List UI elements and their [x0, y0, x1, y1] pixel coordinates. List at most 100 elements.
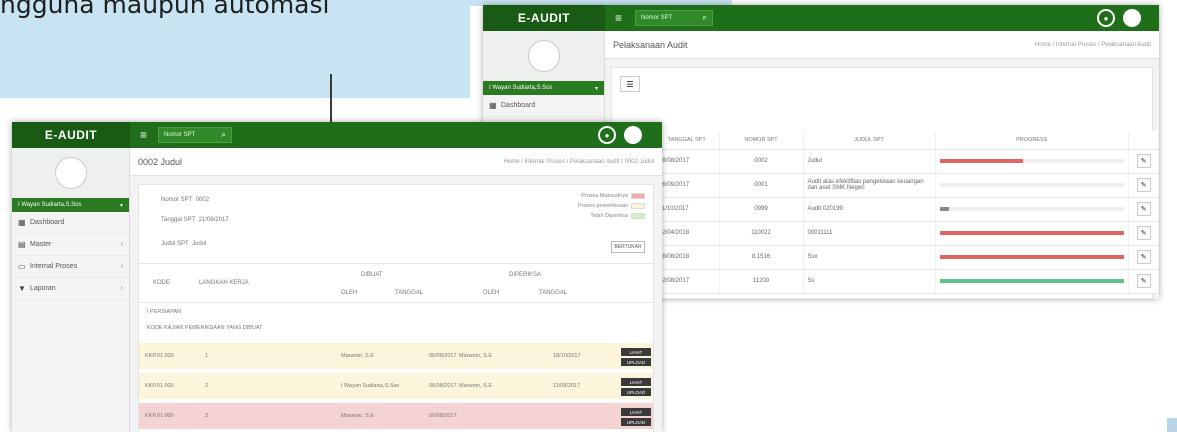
list-item[interactable]: KKP.01.000 1 Marwoto, S.E 06/08/2017 Marwoto… [139, 343, 653, 369]
col-judul-spt[interactable]: JUDUL SPT [803, 131, 936, 150]
view-button[interactable]: LIHAT [621, 408, 651, 416]
table-row[interactable]: 06/09/2017 0001 Audit atas efektifitas pen… [655, 173, 1159, 198]
sidebar-item-internal-proses[interactable]: ▭ Internal Proses ‹ [12, 256, 129, 278]
search-input[interactable]: Nomor SPT ⌕ [635, 10, 713, 26]
status-button[interactable]: BERTUKAR [611, 241, 645, 253]
field-judul-spt: Judul SPT Judul [161, 241, 207, 247]
hamburger-menu-icon[interactable]: ≡ [140, 128, 147, 142]
header-dibuat-oleh: OLEH [341, 290, 358, 296]
cell-tanggal: 12/04/2018 [655, 221, 720, 246]
row-dibuat-tanggal: 06/08/2017 [429, 383, 457, 389]
cell-tanggal: 11/10/2017 [655, 197, 720, 222]
edit-button[interactable]: ✎ [1136, 226, 1151, 240]
table-row[interactable]: 18/08/2017 0002 Judul ✎ [655, 149, 1159, 174]
row-periksa-oleh: Marwoto, S.E [459, 383, 493, 389]
progress-bar [939, 255, 1124, 259]
sidebar-item-laporan[interactable]: ▼ Laporan ‹ [12, 278, 129, 300]
cell-progress [935, 245, 1129, 270]
row-periksa-tanggal: 18/10/2017 [553, 353, 581, 359]
cell-action: ✎ [1128, 149, 1159, 174]
edit-button[interactable]: ✎ [1136, 274, 1151, 288]
table-row[interactable]: 22/08/2017 11200 Ss ✎ [655, 269, 1159, 294]
window-detail-audit: E-AUDIT ≡ Nomor SPT ⌕ ● I Wayan Sudiarta… [12, 122, 662, 432]
view-button[interactable]: LIHAT [621, 348, 651, 356]
row-dibuat-oleh: I Wayan Sudiarta,S.Sos [341, 383, 400, 389]
upload-button[interactable]: UPLOAD [621, 388, 651, 396]
pencil-icon: ✎ [1140, 230, 1147, 237]
row-step: 1 [205, 353, 209, 359]
edit-button[interactable]: ✎ [1136, 178, 1151, 192]
table-row[interactable]: 11/10/2017 0999 Audit 020199 ✎ [655, 197, 1159, 222]
connector-line [330, 74, 332, 122]
sidebar-item-dashboard[interactable]: ▦ Dashboard [12, 212, 129, 234]
row-kode: KKP.01.000 [145, 383, 174, 389]
section-persiapan: I PERSIAPAN [147, 309, 182, 315]
header-periksa-oleh: OLEH [483, 290, 500, 296]
sidebar-item-dashboard[interactable]: ▦ Dashboard [483, 95, 604, 117]
header-dibuat-tanggal: TANGGAL [395, 290, 424, 296]
cell-progress [935, 269, 1129, 294]
progress-bar [939, 279, 1124, 283]
cell-judul: Audit atas efektifitas pengelolaan keuan… [803, 173, 936, 198]
cell-nomor: 11200 [719, 269, 804, 294]
sidebar: I Wayan Sudiarta,S.Sos ▾ ▦ Dashboard ▤ Mast… [12, 148, 130, 432]
cell-tanggal: 06/09/2017 [655, 173, 720, 198]
col-nomor-spt[interactable]: NOMOR SPT [719, 131, 804, 150]
cell-judul: Judul [803, 149, 936, 174]
upload-button[interactable]: UPLOAD [621, 418, 651, 426]
cell-action: ✎ [1128, 245, 1159, 270]
table-row[interactable]: 16/08/2018 8.1516 Ssx ✎ [655, 245, 1159, 270]
notification-icon[interactable]: ● [598, 126, 616, 144]
pencil-icon: ✎ [1140, 182, 1147, 189]
breadcrumb[interactable]: Home / Internal Proses / Pelaksanaan Aud… [1035, 42, 1151, 48]
progress-bar [939, 183, 1124, 187]
list-item[interactable]: KKP.01.000 3 Marwoto, S.E 06/08/2017 LIHAT UP… [139, 403, 653, 429]
audit-table-wrap: TANGGAL SPT NOMOR SPT JUDUL SPT PROGRESS… [655, 131, 1159, 294]
row-dibuat-oleh: Marwoto, S.E [341, 413, 375, 419]
col-tanggal-spt[interactable]: TANGGAL SPT [655, 131, 720, 150]
legend-item-proses: Proses Maksudnya [581, 193, 645, 199]
sidebar-user-name[interactable]: I Wayan Sudiarta,S.Sos ▾ [483, 81, 604, 95]
topbar: E-AUDIT ≡ Nomor SPT ⌕ ● [483, 5, 1159, 31]
pencil-icon: ✎ [1140, 254, 1147, 261]
search-icon[interactable]: ⌕ [702, 12, 707, 23]
list-item[interactable]: KKP.01.000 2 I Wayan Sudiarta,S.Sos 06/08/2… [139, 373, 653, 399]
avatar [527, 40, 560, 72]
search-icon[interactable]: ⌕ [221, 129, 226, 140]
brand-logo: E-AUDIT [12, 122, 130, 148]
cell-progress [935, 197, 1129, 222]
list-icon: ☰ [626, 79, 634, 89]
search-input[interactable]: Nomor SPT ⌕ [158, 127, 232, 143]
main-content: 0002 Judul Home / Internal Proses / Pela… [130, 148, 662, 432]
cell-action: ✎ [1128, 197, 1159, 222]
sidebar-user-name[interactable]: I Wayan Sudiarta,S.Sos ▾ [12, 198, 129, 212]
user-avatar[interactable] [624, 126, 642, 144]
pencil-icon: ✎ [1140, 278, 1147, 285]
view-button[interactable]: LIHAT [621, 378, 651, 386]
edit-button[interactable]: ✎ [1136, 250, 1151, 264]
chevron-down-icon: ▾ [594, 85, 598, 92]
corner-mark [1167, 418, 1177, 432]
header-dibuat: DIBUAT [361, 272, 383, 278]
edit-button[interactable]: ✎ [1136, 154, 1151, 168]
field-nomor-spt: Nomor SPT 0002 [161, 197, 210, 203]
row-dibuat-oleh: Marwoto, S.E [341, 353, 375, 359]
cell-nomor: 0999 [719, 197, 804, 222]
sidebar-item-master[interactable]: ▤ Master ‹ [12, 234, 129, 256]
upload-button[interactable]: UPLOAD [621, 358, 651, 366]
table-row[interactable]: 12/04/2018 110022 00011111 ✎ [655, 221, 1159, 246]
filter-button[interactable]: ☰ [620, 76, 640, 92]
legend-item-diperiksa: Telah Diperiksa [590, 213, 645, 219]
caption-background: ngguna maupun automasi [0, 0, 470, 98]
legend-swatch [631, 203, 645, 209]
hamburger-menu-icon[interactable]: ≡ [615, 11, 622, 25]
caption-text: ngguna maupun automasi [0, 0, 330, 19]
edit-button[interactable]: ✎ [1136, 202, 1151, 216]
header-kode: KODE [153, 280, 171, 286]
col-progress[interactable]: PROGRESS [935, 131, 1129, 150]
user-avatar[interactable] [1123, 9, 1141, 27]
sidebar-user-panel [483, 31, 604, 81]
notification-icon[interactable]: ● [1097, 9, 1115, 27]
breadcrumb[interactable]: Home / Internal Proses / Pelaksanaan Aud… [504, 159, 654, 165]
avatar [54, 157, 87, 189]
